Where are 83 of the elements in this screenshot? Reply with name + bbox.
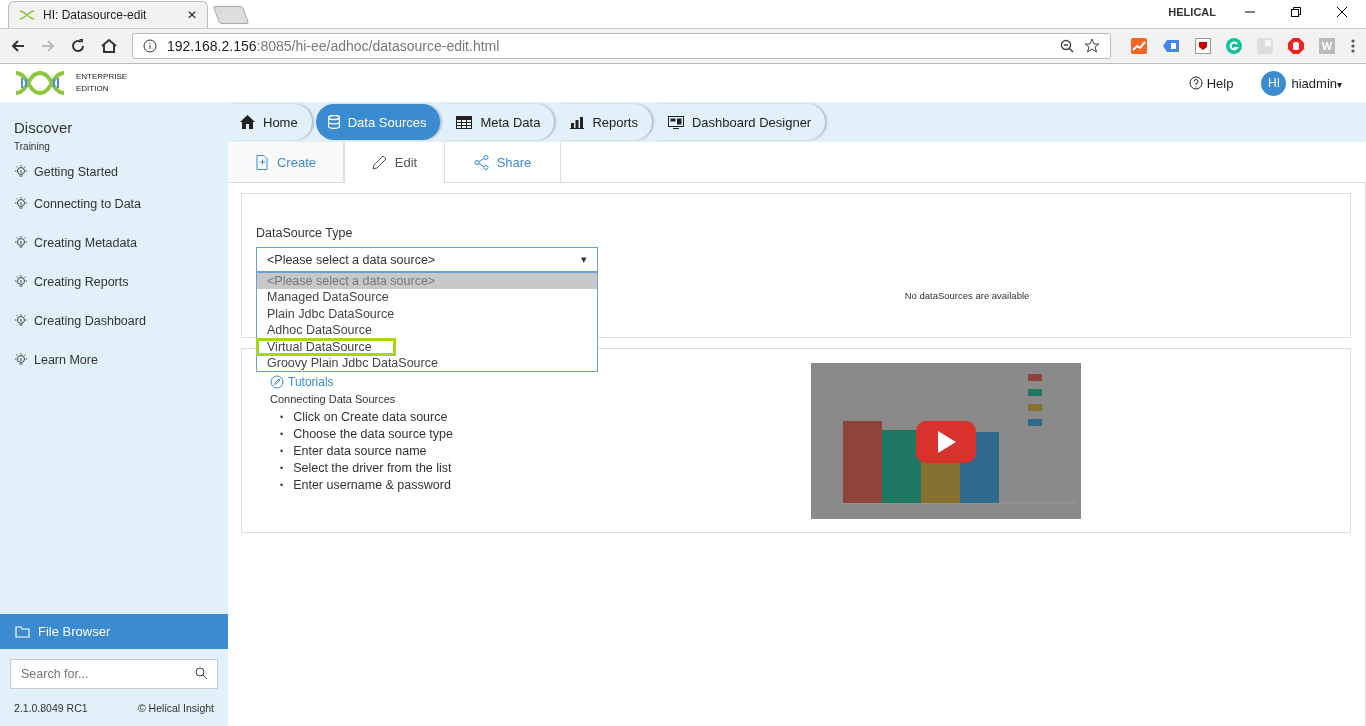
pencil-icon <box>371 155 387 170</box>
nav-tab[interactable]: Reports <box>558 104 652 140</box>
bulb-icon <box>14 352 28 367</box>
restore-icon[interactable] <box>1290 6 1302 18</box>
address-field[interactable]: 192.168.2.156:8085/hi-ee/adhoc/datasource-edit.html <box>132 33 1111 59</box>
copyright-text: © Helical Insight <box>137 702 214 714</box>
search-field[interactable]: Search for... <box>10 659 218 689</box>
dropdown-option[interactable]: Managed DataSource <box>257 289 597 306</box>
sub-tab[interactable]: Create <box>228 142 344 182</box>
bar-chart-icon <box>570 115 585 129</box>
empty-message: No dataSources are available <box>903 290 1031 301</box>
bullet: • <box>280 445 284 458</box>
step-text: Choose the data source type <box>293 426 453 443</box>
dropdown-option[interactable]: Virtual DataSource <box>257 338 395 356</box>
field-label: DataSource Type <box>256 226 354 240</box>
zoom-icon[interactable] <box>1060 39 1074 53</box>
bulb-icon <box>14 196 28 211</box>
nav-tab[interactable]: Home <box>230 104 312 140</box>
step-text: Click on Create data source <box>293 409 448 426</box>
pencil-circle-icon <box>270 375 284 389</box>
reload-icon[interactable] <box>70 38 86 54</box>
browser-tab[interactable]: HI: Datasource-edit ✕ <box>8 1 208 28</box>
share-icon <box>473 154 489 170</box>
menu-icon[interactable] <box>1350 38 1356 54</box>
tutorials-link[interactable]: Tutorials <box>270 375 334 389</box>
user-avatar[interactable]: HI <box>1261 70 1287 96</box>
logo-text: ENTERPRISE <box>76 71 128 83</box>
version-text: 2.1.0.8049 RC1 <box>14 702 88 714</box>
chart-icon[interactable] <box>1131 38 1147 54</box>
sidebar-item[interactable]: Creating Dashboard <box>0 301 228 340</box>
user-menu[interactable]: hiadmin▾ <box>1291 75 1342 91</box>
sidebar-item[interactable]: Creating Reports <box>0 262 228 301</box>
nav-tab[interactable]: Dashboard Designer <box>655 104 826 140</box>
database-icon <box>327 115 340 129</box>
bulb-icon <box>14 165 28 179</box>
help-icon <box>1188 76 1203 90</box>
step-text: Select the driver from the list <box>293 460 452 477</box>
close-icon[interactable] <box>1336 6 1348 18</box>
sidebar-title: Discover <box>13 118 74 136</box>
sidebar-item[interactable]: Getting Started <box>0 160 228 184</box>
shield-icon[interactable] <box>1195 38 1211 54</box>
tutorial-heading: Connecting Data Sources <box>270 393 397 405</box>
step-text: Enter username & password <box>293 477 451 494</box>
dropdown-option[interactable]: Groovy Plain Jdbc DataSource <box>257 355 597 372</box>
home-icon <box>240 115 255 129</box>
close-icon[interactable]: ✕ <box>187 8 197 22</box>
file-browser-button[interactable]: File Browser <box>0 614 228 649</box>
back-icon[interactable] <box>10 38 26 54</box>
search-icon <box>195 667 208 680</box>
bullet: • <box>280 411 284 424</box>
bulb-icon <box>14 313 28 328</box>
sidebar-subtitle: Training <box>13 140 51 154</box>
nav-tab[interactable]: Data Sources <box>315 104 441 140</box>
sub-tab[interactable]: Share <box>445 142 561 182</box>
star-icon[interactable] <box>1084 38 1100 54</box>
bulb-icon <box>14 235 28 250</box>
logo-text: EDITION <box>76 83 110 95</box>
bullet: • <box>280 428 284 441</box>
nav-tab[interactable]: Meta Data <box>444 104 555 140</box>
sub-tab[interactable]: Edit <box>344 142 445 183</box>
sidebar-item[interactable]: Connecting to Data <box>0 184 228 223</box>
datasource-select[interactable]: <Please select a data source> ▾ <box>256 247 598 272</box>
dropdown-option[interactable]: Adhoc DataSource <box>257 322 597 339</box>
dashboard-icon <box>667 115 684 129</box>
bulb-icon <box>14 274 28 289</box>
table-icon <box>456 115 473 129</box>
folder-icon <box>15 625 30 638</box>
help-link[interactable]: Help <box>1188 75 1234 91</box>
url-text: 192.168.2.156:8085/hi-ee/adhoc/datasource-edit.html <box>167 38 500 54</box>
home-icon[interactable] <box>100 38 118 54</box>
helix-icon <box>19 10 35 20</box>
document-icon <box>255 154 269 170</box>
tab-title: HI: Datasource-edit <box>43 8 148 22</box>
info-icon <box>143 39 157 53</box>
bullet: • <box>280 462 284 475</box>
bullet: • <box>280 479 284 492</box>
step-text: Enter data source name <box>293 443 427 460</box>
tag-icon[interactable] <box>1162 39 1180 53</box>
profile-name: HELICAL <box>1168 6 1216 18</box>
dropdown-option[interactable]: Plain Jdbc DataSource <box>257 305 597 323</box>
sidebar-item[interactable]: Creating Metadata <box>0 223 228 262</box>
helix-logo-icon <box>14 70 66 96</box>
sidebar-item[interactable]: Learn More <box>0 340 228 379</box>
